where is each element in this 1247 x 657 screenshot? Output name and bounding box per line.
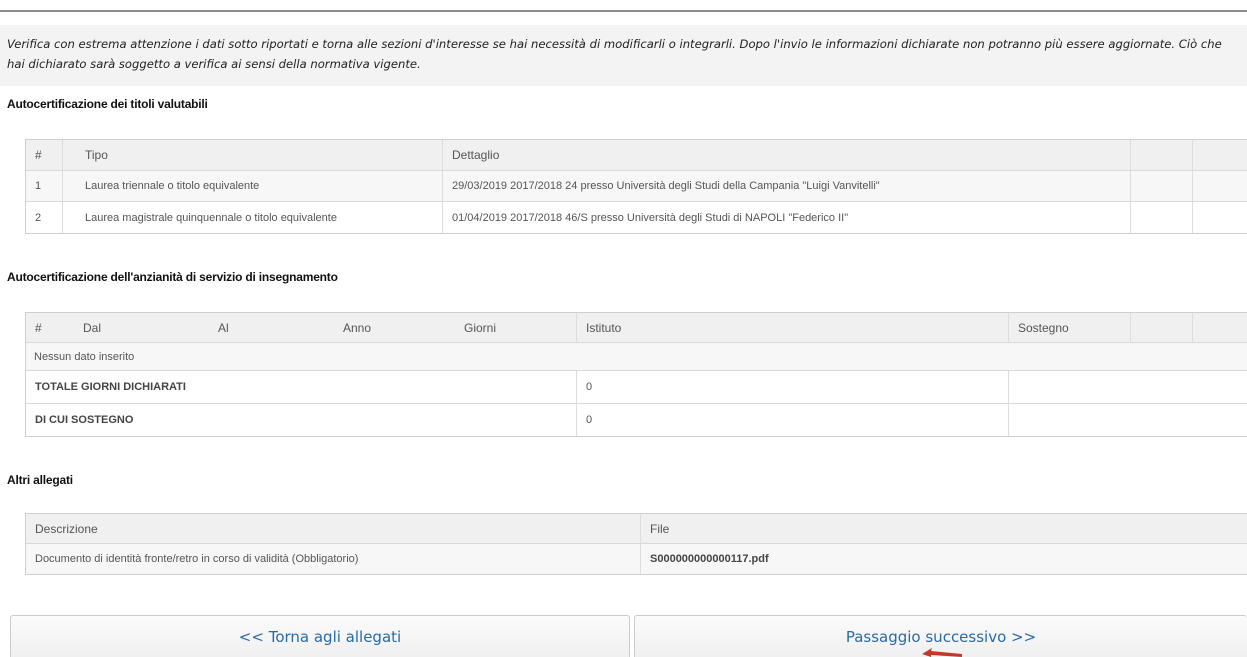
section-title-titoli: Autocertificazione dei titoli valutabili — [7, 97, 208, 111]
verification-notice: Verifica con estrema attenzione i dati s… — [0, 25, 1247, 86]
column-header-num: # — [35, 320, 42, 335]
row-dettaglio: 01/04/2019 2017/2018 46/S presso Univers… — [452, 211, 849, 224]
table-header-row: # Dal Al Anno Giorni Istituto Sostegno — [26, 313, 1247, 343]
totale-label: TOTALE GIORNI DICHIARATI — [35, 381, 186, 393]
next-button-label: Passaggio successivo >> — [845, 627, 1037, 646]
column-header-dal: Dal — [83, 320, 102, 335]
row-file-link[interactable]: S000000000000117.pdf — [641, 544, 769, 574]
section-title-servizio: Autocertificazione dell'anzianità di ser… — [7, 270, 338, 284]
sostegno-label: DI CUI SOSTEGNO — [35, 414, 134, 426]
servizio-table: # Dal Al Anno Giorni Istituto Sostegno N… — [25, 312, 1247, 437]
notice-text: Verifica con estrema attenzione i dati s… — [7, 37, 1222, 71]
titoli-table: # Tipo Dettaglio 1 Laurea triennale o ti… — [25, 139, 1247, 234]
table-row: 1 Laurea triennale o titolo equivalente … — [26, 171, 1247, 202]
top-divider — [0, 10, 1247, 12]
column-header-anno: Anno — [343, 320, 372, 335]
table-header-row: Descrizione File — [26, 514, 1247, 544]
column-header-tipo: Tipo — [85, 148, 108, 162]
column-header-descrizione: Descrizione — [35, 521, 98, 536]
column-header-al: Al — [218, 320, 229, 335]
empty-message: Nessun dato inserito — [34, 350, 135, 363]
column-header-file: File — [650, 521, 670, 536]
totale-value: 0 — [586, 381, 593, 393]
row-descrizione: Documento di identità fronte/retro in co… — [35, 553, 359, 565]
back-button-label: << Torna agli allegati — [238, 627, 402, 646]
pointer-arrow-icon — [922, 648, 962, 657]
table-row: 2 Laurea magistrale quinquennale o titol… — [26, 202, 1247, 233]
row-tipo: Laurea magistrale quinquennale o titolo … — [85, 211, 337, 224]
column-header-dettaglio: Dettaglio — [452, 148, 500, 162]
row-num: 1 — [35, 180, 42, 192]
row-num: 2 — [35, 211, 42, 224]
back-to-attachments-button[interactable]: << Torna agli allegati — [10, 615, 630, 657]
section-title-allegati: Altri allegati — [7, 473, 73, 487]
empty-row: Nessun dato inserito — [26, 343, 1247, 371]
column-header-giorni: Giorni — [464, 320, 497, 335]
table-row: Documento di identità fronte/retro in co… — [26, 544, 1247, 574]
allegati-table: Descrizione File Documento di identità f… — [25, 513, 1247, 575]
sostegno-row: DI CUI SOSTEGNO 0 — [26, 404, 1247, 436]
totale-row: TOTALE GIORNI DICHIARATI 0 — [26, 371, 1247, 404]
row-dettaglio: 29/03/2019 2017/2018 24 presso Universit… — [452, 180, 880, 192]
column-header-num: # — [35, 148, 42, 162]
row-tipo: Laurea triennale o titolo equivalente — [85, 180, 260, 192]
column-header-istituto: Istituto — [586, 320, 622, 335]
sostegno-value: 0 — [586, 414, 593, 426]
column-header-sostegno: Sostegno — [1018, 320, 1069, 335]
table-header-row: # Tipo Dettaglio — [26, 140, 1247, 171]
